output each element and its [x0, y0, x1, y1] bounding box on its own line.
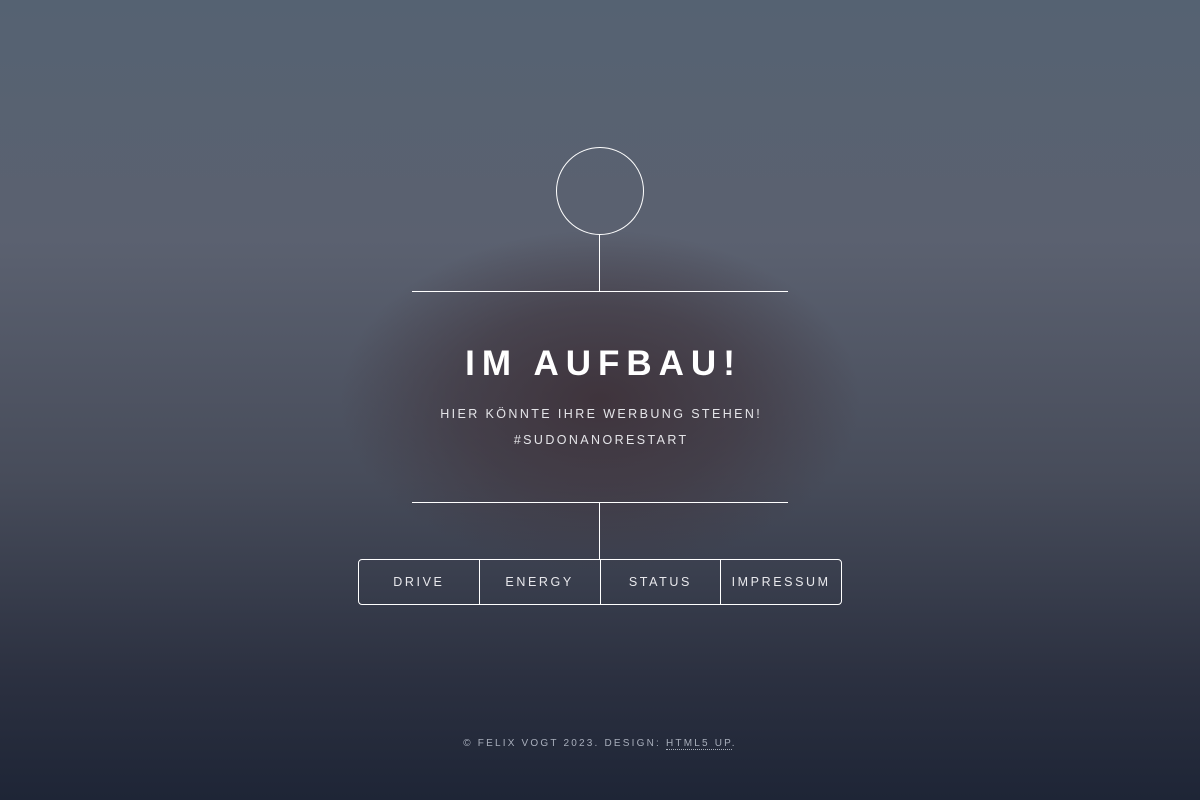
footer: © FELIX VOGT 2023. DESIGN: HTML5 UP.: [0, 737, 1200, 751]
header-divider-bottom: [412, 502, 788, 503]
page-title: IM AUFBAU!: [465, 344, 742, 383]
footer-suffix: .: [731, 738, 737, 749]
nav-connector-line: [599, 502, 600, 559]
main-nav: DRIVE ENERGY STATUS IMPRESSUM: [358, 559, 842, 605]
subtitle-hashtag: #SUDONANORESTART: [513, 433, 689, 447]
nav-item-drive[interactable]: DRIVE: [359, 560, 479, 604]
footer-copyright: © FELIX VOGT 2023. DESIGN:: [463, 738, 662, 749]
footer-design-link[interactable]: HTML5 UP: [666, 738, 732, 750]
nav-item-impressum[interactable]: IMPRESSUM: [720, 560, 841, 604]
logo-circle: [556, 147, 644, 235]
subtitle-line-1: HIER KÖNNTE IHRE WERBUNG STEHEN!: [440, 407, 763, 421]
header-divider-top: [412, 291, 788, 292]
nav-item-status[interactable]: STATUS: [599, 560, 721, 604]
logo-connector-line: [599, 234, 600, 291]
nav-item-energy[interactable]: ENERGY: [478, 560, 600, 604]
